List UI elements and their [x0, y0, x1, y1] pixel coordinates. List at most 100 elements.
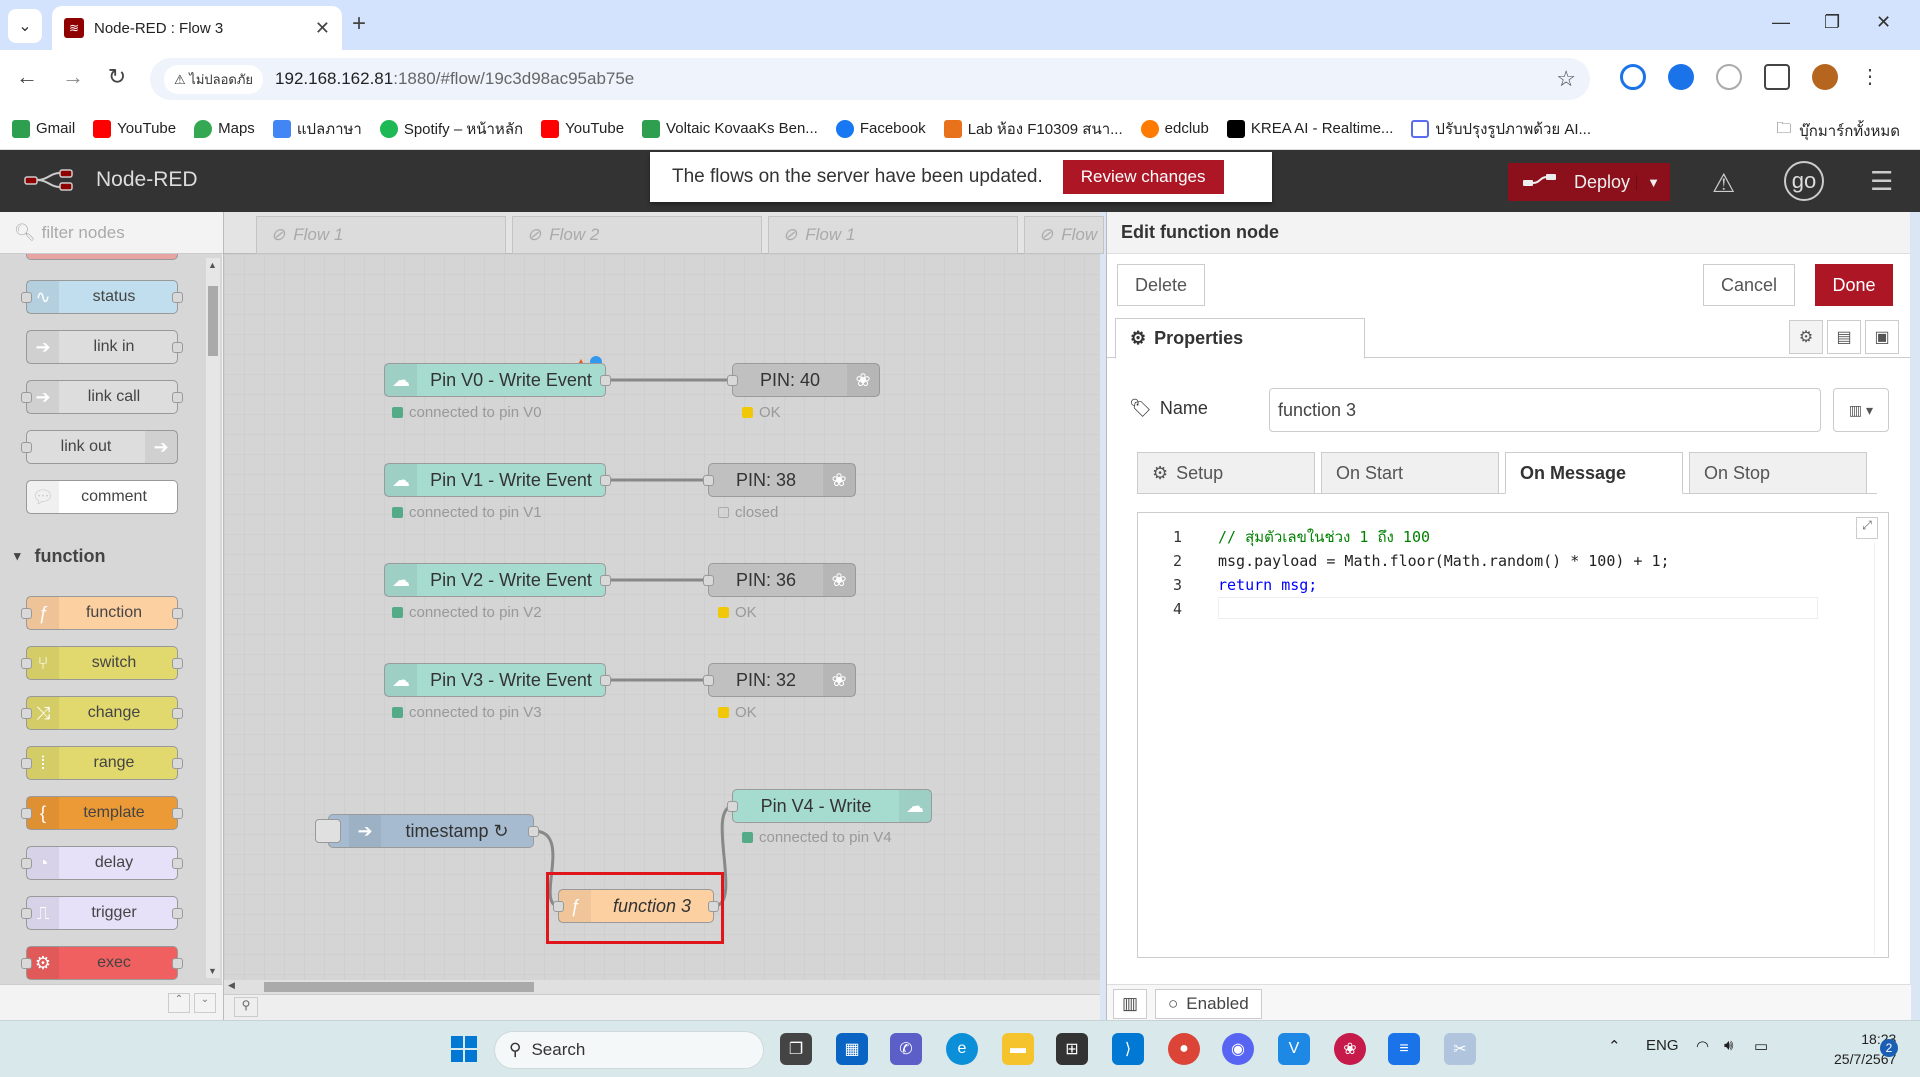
palette-node-status[interactable]: ∿ status: [21, 280, 183, 314]
code-editor[interactable]: 1 // สุ่มตัวเลขในช่วง 1 ถึง 100 2 msg.pa…: [1137, 512, 1889, 958]
bookmark-ai-image[interactable]: ปรับปรุงรูปภาพด้วย AI...: [1411, 117, 1591, 141]
edge-icon[interactable]: e: [946, 1033, 978, 1065]
palette-node-link-call[interactable]: ➔ link call: [21, 380, 183, 414]
notification-count-badge[interactable]: 2: [1880, 1039, 1898, 1057]
tab-flow-1[interactable]: ⊘ Flow 1: [256, 216, 506, 254]
palette-node-range[interactable]: ⁞ range: [21, 746, 183, 780]
volume-icon[interactable]: 🔊︎: [1724, 1037, 1733, 1054]
omnibox[interactable]: ⚠ ไม่ปลอดภัย 192.168.162.81:1880/#flow/1…: [150, 58, 1590, 100]
user-avatar[interactable]: go: [1784, 161, 1824, 201]
battery-icon[interactable]: ▭: [1754, 1037, 1768, 1055]
bookmark-translate[interactable]: แปลภาษา: [272, 117, 362, 141]
widgets-icon[interactable]: ▦: [836, 1033, 868, 1065]
palette-node-link-out[interactable]: link out ➔: [21, 430, 178, 464]
notepad-icon[interactable]: ≡: [1388, 1033, 1420, 1065]
tab-setup[interactable]: ⚙ Setup: [1137, 452, 1315, 494]
bookmark-lab[interactable]: Lab ห้อง F10309 สนา...: [943, 117, 1123, 141]
browser-menu-icon[interactable]: ⋮: [1860, 64, 1880, 90]
palette-node-switch[interactable]: ⑂ switch: [21, 646, 183, 680]
url-text[interactable]: 192.168.162.81:1880/#flow/19c3d98ac95ab7…: [275, 69, 1544, 89]
done-button[interactable]: Done: [1815, 264, 1893, 306]
input-language[interactable]: ENG: [1646, 1037, 1679, 1054]
palette-node-trigger[interactable]: ⎍ trigger: [21, 896, 183, 930]
tray-chevron-icon[interactable]: ⌃: [1608, 1037, 1621, 1055]
collapse-all-icon[interactable]: ⌃: [168, 993, 190, 1013]
tab-flow-cutoff[interactable]: ⊘ Flow: [1024, 216, 1104, 254]
windows-start-icon[interactable]: [448, 1033, 480, 1065]
warning-icon[interactable]: ⚠: [1712, 168, 1735, 199]
node-pin-v4-write[interactable]: Pin V4 - Write ☁: [727, 789, 932, 823]
expand-editor-icon[interactable]: ⤢: [1856, 517, 1878, 539]
node-rpi-pin-40[interactable]: PIN: 40 ❀: [727, 363, 880, 397]
palette-node-function[interactable]: ƒ function: [21, 596, 183, 630]
wifi-icon[interactable]: ◠: [1696, 1037, 1709, 1055]
reload-icon[interactable]: ↻: [102, 64, 132, 90]
bookmark-spotify[interactable]: Spotify – หน้าหลัก: [379, 117, 523, 141]
teams-chat-icon[interactable]: ✆: [890, 1033, 922, 1065]
tab-properties[interactable]: ⚙ Properties: [1115, 318, 1365, 359]
bookmark-edclub[interactable]: edclub: [1140, 119, 1209, 138]
code-scrollbar[interactable]: [1874, 543, 1888, 955]
shazam-extension-icon[interactable]: [1668, 64, 1694, 90]
minimize-icon[interactable]: —: [1772, 12, 1790, 33]
palette-scrollbar[interactable]: ▲ ▼: [206, 258, 220, 978]
search-flows-icon[interactable]: ⚲: [234, 997, 258, 1017]
chrome-icon[interactable]: ●: [1168, 1033, 1200, 1065]
vscode-icon[interactable]: ⟩: [1112, 1033, 1144, 1065]
bookmark-star-icon[interactable]: ☆: [1556, 66, 1576, 92]
palette-node-delay[interactable]: ◔ delay: [21, 846, 183, 880]
task-view-icon[interactable]: ❐: [780, 1033, 812, 1065]
extension-icon[interactable]: [1620, 64, 1646, 90]
inject-trigger-button[interactable]: [315, 819, 341, 843]
bookmark-youtube[interactable]: YouTube: [93, 119, 176, 138]
appearance-frame-icon[interactable]: ▣: [1865, 320, 1899, 354]
tab-on-stop[interactable]: On Stop: [1689, 452, 1867, 494]
palette-node-change[interactable]: ⤨ change: [21, 696, 183, 730]
main-menu-icon[interactable]: ☰: [1870, 166, 1893, 197]
all-bookmarks[interactable]: 🗀 บุ๊กมาร์กทั้งหมด: [1776, 118, 1900, 143]
bookmark-gmail[interactable]: Gmail: [12, 119, 75, 138]
name-input[interactable]: [1269, 388, 1821, 432]
restore-icon[interactable]: ❐: [1824, 12, 1840, 33]
tab-close-icon[interactable]: ✕: [315, 18, 330, 39]
store-icon[interactable]: ⊞: [1056, 1033, 1088, 1065]
node-rpi-pin-38[interactable]: PIN: 38 ❀: [703, 463, 856, 497]
node-pin-v3-write-event[interactable]: ☁ Pin V3 - Write Event: [384, 663, 611, 697]
palette-category-function[interactable]: ▾ function: [0, 534, 202, 578]
palette-node-link-in[interactable]: ➔ link in: [26, 330, 183, 364]
browser-tab-active[interactable]: ≋ Node-RED : Flow 3 ✕: [52, 6, 342, 50]
palette-node-exec[interactable]: ⚙ exec: [21, 946, 183, 980]
node-rpi-pin-36[interactable]: PIN: 36 ❀: [703, 563, 856, 597]
tab-on-message[interactable]: On Message: [1505, 452, 1683, 494]
node-pin-v1-write-event[interactable]: ☁ Pin V1 - Write Event: [384, 463, 611, 497]
palette-filter[interactable]: 🔍︎ filter nodes: [0, 212, 223, 254]
forward-icon[interactable]: →: [58, 64, 88, 90]
review-changes-button[interactable]: Review changes: [1062, 160, 1224, 194]
output-label-select[interactable]: ▥ ▾: [1833, 388, 1889, 432]
book-icon[interactable]: ▥: [1113, 989, 1147, 1019]
node-timestamp-inject[interactable]: ➔ timestamp ↻: [315, 814, 539, 848]
compass-extension-icon[interactable]: [1716, 64, 1742, 90]
tab-search-dropdown[interactable]: ⌄: [8, 9, 42, 43]
expand-all-icon[interactable]: ⌄: [194, 993, 216, 1013]
bookmark-voltaic[interactable]: Voltaic KovaaKs Ben...: [642, 119, 818, 138]
delete-button[interactable]: Delete: [1117, 264, 1205, 306]
workspace-horizontal-scrollbar[interactable]: ◀: [224, 980, 1100, 994]
palette-node-comment[interactable]: 💬︎ comment: [26, 480, 178, 514]
tab-on-start[interactable]: On Start: [1321, 452, 1499, 494]
filter-input[interactable]: filter nodes: [42, 223, 125, 243]
settings-gear-icon[interactable]: ⚙: [1789, 320, 1823, 354]
description-doc-icon[interactable]: ▤: [1827, 320, 1861, 354]
vnc-icon[interactable]: V: [1278, 1033, 1310, 1065]
deploy-menu-caret-icon[interactable]: ▼: [1636, 174, 1670, 190]
new-tab-icon[interactable]: +: [352, 10, 366, 38]
flow-canvas[interactable]: ▲ ☁ Pin V0 - Write Event connected to pi…: [224, 254, 1100, 980]
bookmark-youtube-2[interactable]: YouTube: [541, 119, 624, 138]
taskbar-search[interactable]: ⚲ Search: [494, 1031, 764, 1069]
cancel-button[interactable]: Cancel: [1703, 264, 1795, 306]
enabled-toggle[interactable]: ○ Enabled: [1155, 989, 1262, 1019]
extensions-puzzle-icon[interactable]: [1764, 64, 1790, 90]
tab-flow-2[interactable]: ⊘ Flow 2: [512, 216, 762, 254]
tab-flow-1-copy[interactable]: ⊘ Flow 1: [768, 216, 1018, 254]
bookmark-facebook[interactable]: Facebook: [835, 119, 926, 138]
